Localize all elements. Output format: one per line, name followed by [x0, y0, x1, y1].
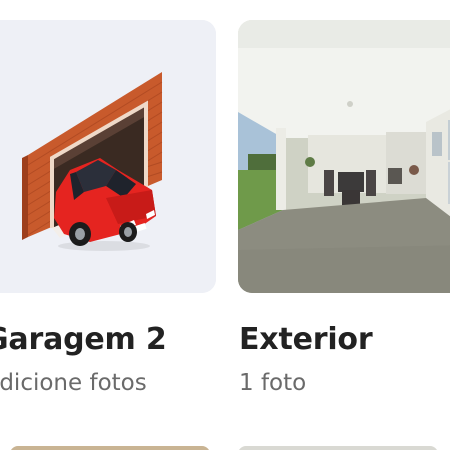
category-subtitle: Adicione fotos: [0, 370, 147, 396]
category-subtitle: 1 foto: [239, 370, 307, 396]
category-card-exterior[interactable]: Exterior 1 foto: [238, 20, 450, 396]
garage-thumbnail[interactable]: [0, 20, 216, 293]
next-card-thumbnail[interactable]: [238, 446, 438, 450]
photo-categories-grid: Garagem 2 Adicione fotos Exterior 1 foto: [0, 0, 450, 450]
category-card-garagem-2[interactable]: Garagem 2 Adicione fotos: [0, 20, 216, 396]
next-card-thumbnail[interactable]: [10, 446, 210, 450]
category-title: Exterior: [239, 322, 373, 357]
exterior-thumbnail[interactable]: [238, 20, 450, 293]
garage-car-illustration: [0, 20, 216, 293]
covered-patio-photo: [238, 20, 450, 293]
category-title: Garagem 2: [0, 322, 167, 357]
